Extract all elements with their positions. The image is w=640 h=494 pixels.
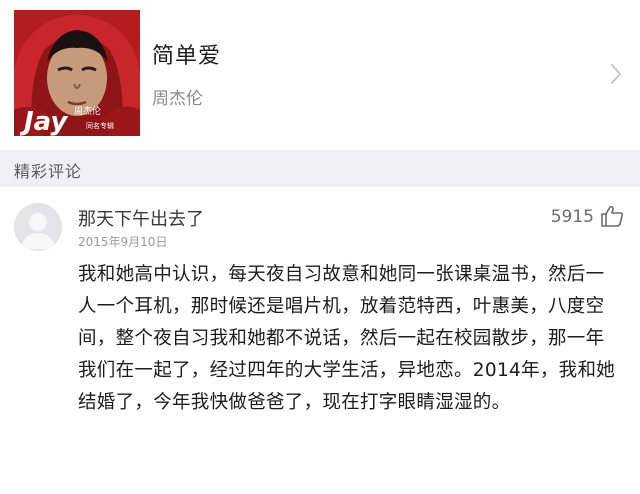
album-art-image: Jay 周杰伦 同名专辑: [14, 10, 140, 136]
song-title: 简单爱: [152, 44, 222, 69]
chevron-right-icon[interactable]: [608, 62, 624, 86]
section-header: 精彩评论: [0, 150, 640, 187]
section-title: 精彩评论: [14, 162, 83, 181]
avatar[interactable]: [14, 203, 62, 251]
thumbs-up-icon[interactable]: [600, 205, 624, 227]
comment-date: 2015年9月10日: [78, 235, 168, 249]
svg-text:同名专辑: 同名专辑: [86, 121, 114, 130]
page: Jay 周杰伦 同名专辑 简单爱 周杰伦 精彩评论 那天下午出去了 2015年9…: [0, 0, 640, 494]
default-avatar-icon: [14, 203, 62, 251]
song-header[interactable]: Jay 周杰伦 同名专辑 简单爱 周杰伦: [0, 0, 640, 150]
comment-username[interactable]: 那天下午出去了: [78, 205, 204, 231]
like-count: 5915: [550, 207, 594, 227]
comment-item[interactable]: 那天下午出去了 2015年9月10日 5915 我和她高中认识，每天夜自习故意和…: [0, 187, 640, 494]
svg-text:Jay: Jay: [19, 107, 68, 136]
svg-text:周杰伦: 周杰伦: [74, 105, 101, 117]
album-art[interactable]: Jay 周杰伦 同名专辑: [14, 10, 140, 136]
song-artist[interactable]: 周杰伦: [152, 84, 203, 109]
comment-body: 我和她高中认识，每天夜自习故意和她同一张课桌温书，然后一人一个耳机，那时候还是唱…: [78, 264, 616, 413]
